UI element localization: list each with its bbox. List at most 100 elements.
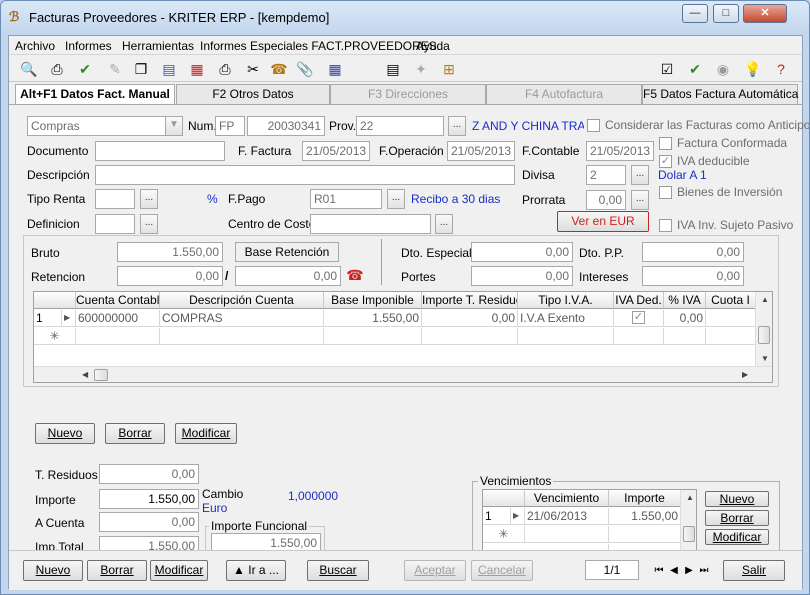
printer-icon[interactable]: ⎙ xyxy=(215,59,235,79)
scroll-thumb[interactable] xyxy=(758,326,770,344)
calendar-icon[interactable]: ▦ xyxy=(187,59,207,79)
aceptar-button[interactable]: Aceptar xyxy=(404,560,466,581)
retencion-field[interactable]: 0,00 xyxy=(117,266,223,286)
validate-icon[interactable]: ✔ xyxy=(75,59,95,79)
tab-otros-datos[interactable]: F2 Otros Datos xyxy=(176,84,330,104)
approve-icon[interactable]: ✔ xyxy=(685,59,705,79)
descripcion-field[interactable] xyxy=(95,165,515,185)
footer-borrar-button[interactable]: Borrar xyxy=(87,560,147,581)
table-row[interactable]: 0,00 xyxy=(422,310,518,327)
tab-direcciones[interactable]: F3 Direcciones xyxy=(330,84,486,104)
retencion-importe-field[interactable]: 0,00 xyxy=(235,266,341,286)
scroll-right-icon[interactable]: ▶ xyxy=(742,370,748,379)
lines-modificar-button[interactable]: Modificar xyxy=(175,423,237,444)
scroll-thumb[interactable] xyxy=(94,369,108,381)
table-row[interactable] xyxy=(706,310,756,327)
dto-pp-field[interactable]: 0,00 xyxy=(642,242,744,262)
table-row[interactable] xyxy=(664,328,706,345)
scroll-left-icon[interactable]: ◀ xyxy=(82,370,88,379)
vertical-scrollbar[interactable]: ▲ ▼ xyxy=(755,292,772,366)
menu-herramientas[interactable]: Herramientas xyxy=(122,39,194,53)
table-row[interactable] xyxy=(525,526,609,543)
prorrata-field[interactable]: 0,00 xyxy=(586,190,626,210)
maximize-button[interactable]: □ xyxy=(713,4,739,23)
column-header[interactable]: % IVA xyxy=(664,292,706,309)
prov-search-button[interactable]: ... xyxy=(448,116,466,136)
cancelar-button[interactable]: Cancelar xyxy=(471,560,533,581)
tipo-select[interactable]: Compras xyxy=(27,116,182,136)
attach-disabled-icon[interactable]: ✎ xyxy=(105,59,125,79)
bruto-field[interactable]: 1.550,00 xyxy=(117,242,223,262)
dto-especial-field[interactable]: 0,00 xyxy=(471,242,573,262)
table-row[interactable] xyxy=(422,328,518,345)
scroll-up-icon[interactable]: ▲ xyxy=(686,493,694,502)
table-row[interactable] xyxy=(324,328,422,345)
table-row[interactable] xyxy=(706,328,756,345)
fecha-factura-field[interactable]: 21/05/2013 xyxy=(302,141,370,161)
tab-autofactura[interactable]: F4 Autofactura xyxy=(486,84,642,104)
divisa-field[interactable]: 2 xyxy=(586,165,626,185)
column-header[interactable]: Importe xyxy=(609,490,681,507)
table-row[interactable]: ✓ xyxy=(614,310,664,327)
vencimientos-modificar-button[interactable]: Modificar xyxy=(705,529,769,545)
iva-sujeto-pasivo-checkbox[interactable] xyxy=(659,219,672,232)
num-serie-field[interactable]: FP xyxy=(215,116,245,136)
minimize-button[interactable]: — xyxy=(682,4,708,23)
tab-datos-factura-automatica[interactable]: F5 Datos Factura Automática xyxy=(642,84,798,104)
print-icon[interactable]: ⎙ xyxy=(47,59,67,79)
tipo-renta-search-button[interactable]: ... xyxy=(140,189,158,209)
tipo-renta-field[interactable] xyxy=(95,189,135,209)
vencimientos-borrar-button[interactable]: Borrar xyxy=(705,510,769,526)
table-row[interactable] xyxy=(160,328,324,345)
table-row[interactable]: COMPRAS xyxy=(160,310,324,327)
cut-icon[interactable]: ✂ xyxy=(243,59,263,79)
menu-ayuda[interactable]: Ayuda xyxy=(416,39,450,53)
importe-field[interactable]: 1.550,00 xyxy=(99,489,199,509)
a-cuenta-field[interactable]: 0,00 xyxy=(99,512,199,532)
lightbulb-icon[interactable]: 💡 xyxy=(743,59,763,79)
definicion-search-button[interactable]: ... xyxy=(140,214,158,234)
lines-nuevo-button[interactable]: Nuevo xyxy=(35,423,95,444)
footer-nuevo-button[interactable]: Nuevo xyxy=(23,560,83,581)
fecha-contable-field[interactable]: 21/05/2013 xyxy=(586,141,654,161)
table-row[interactable]: 1.550,00 xyxy=(609,508,681,525)
vencimientos-nuevo-button[interactable]: Nuevo xyxy=(705,491,769,507)
prorrata-search-button[interactable]: ... xyxy=(631,190,649,210)
portes-field[interactable]: 0,00 xyxy=(471,266,573,286)
definicion-field[interactable] xyxy=(95,214,135,234)
grid-icon[interactable]: ▦ xyxy=(325,59,345,79)
divisa-search-button[interactable]: ... xyxy=(631,165,649,185)
salir-button[interactable]: Salir xyxy=(723,560,785,581)
fecha-operacion-field[interactable]: 21/05/2013 xyxy=(447,141,515,161)
column-header[interactable]: Descripción Cuenta xyxy=(160,292,324,309)
column-header[interactable]: Vencimiento xyxy=(525,490,609,507)
lines-grid[interactable]: Cuenta Contable Descripción Cuenta Base … xyxy=(33,291,773,383)
table-row[interactable]: 0,00 xyxy=(664,310,706,327)
new-row-icon[interactable]: ✳ xyxy=(483,526,525,543)
print-preview-icon[interactable]: 🔍 xyxy=(19,59,39,79)
iva-ded-checkbox[interactable]: ✓ xyxy=(632,311,645,324)
title-bar[interactable]: ℬ Facturas Proveedores - KRITER ERP - [k… xyxy=(1,1,809,35)
table-icon[interactable]: ▤ xyxy=(383,59,403,79)
paperclip-icon[interactable]: 📎 xyxy=(295,59,315,79)
scroll-down-icon[interactable]: ▼ xyxy=(761,354,769,363)
conformada-checkbox[interactable] xyxy=(659,137,672,150)
table-row[interactable] xyxy=(76,328,160,345)
centro-coste-search-button[interactable]: ... xyxy=(435,214,453,234)
menu-informes-especiales[interactable]: Informes Especiales FACT.PROVEEDORES xyxy=(200,39,437,53)
calculator-icon[interactable]: ☎ xyxy=(345,265,365,285)
table-row[interactable]: 21/06/2013 xyxy=(525,508,609,525)
checkbox-icon[interactable]: ☑ xyxy=(657,59,677,79)
new-row-icon[interactable]: ✳ xyxy=(34,328,76,345)
table-row[interactable] xyxy=(614,328,664,345)
close-button[interactable]: ✕ xyxy=(743,4,787,23)
centro-coste-field[interactable] xyxy=(310,214,431,234)
num-field[interactable]: 20030341 xyxy=(247,116,325,136)
ver-eur-button[interactable]: Ver en EUR xyxy=(557,211,649,232)
tools-icon[interactable]: ⊞ xyxy=(439,59,459,79)
chevron-down-icon[interactable]: ▼ xyxy=(165,116,183,136)
column-header[interactable]: Importe T. Residuos xyxy=(422,292,518,309)
table-row[interactable] xyxy=(609,526,681,543)
ir-a-button[interactable]: ▲ Ir a ... xyxy=(226,560,286,581)
scroll-up-icon[interactable]: ▲ xyxy=(761,295,769,304)
